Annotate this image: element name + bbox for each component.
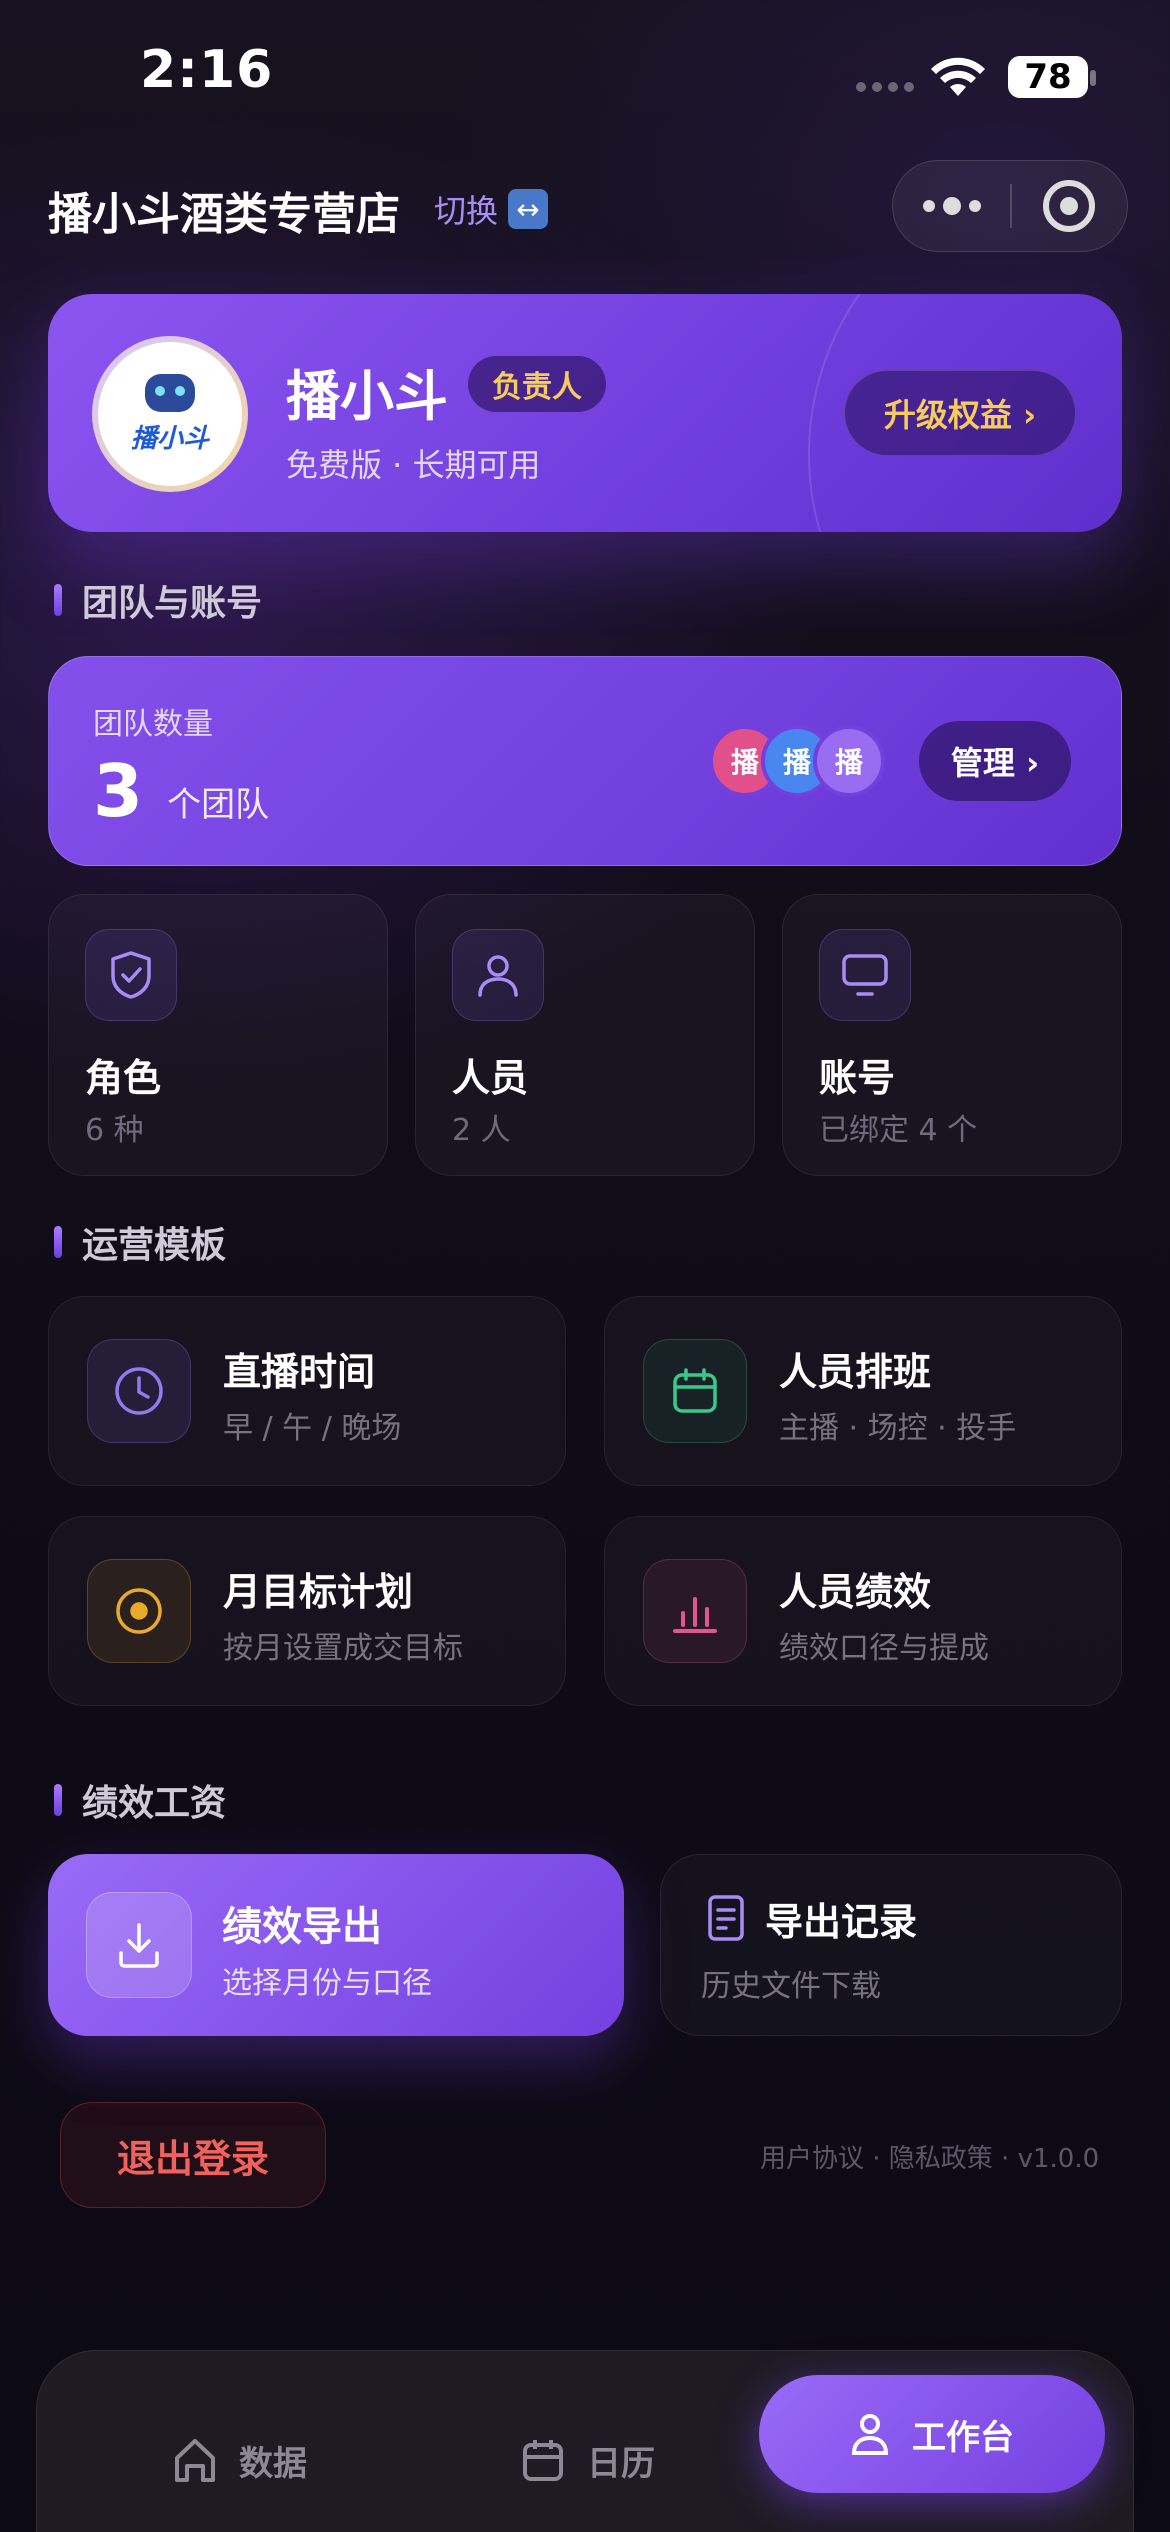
roles-card[interactable]: 角色 6 种	[48, 894, 388, 1176]
export-subtitle: 选择月份与口径	[222, 1966, 432, 2001]
status-time: 2:16	[140, 40, 274, 100]
section-accent-bar	[54, 1226, 62, 1258]
section-title-text: 团队与账号	[82, 583, 263, 624]
template-subtitle: 早 / 午 / 晚场	[223, 1411, 402, 1446]
team-count-number: 3	[93, 749, 144, 833]
members-card[interactable]: 人员 2 人	[415, 894, 755, 1176]
records-subtitle: 历史文件下载	[701, 1969, 881, 2004]
more-icon[interactable]	[893, 197, 1010, 215]
person-icon	[452, 929, 544, 1021]
robot-logo-icon	[145, 373, 195, 412]
section-accent-bar	[54, 1784, 62, 1816]
section-title-text: 运营模板	[82, 1225, 227, 1266]
team-count-value: 3 个团队	[93, 749, 269, 833]
manage-team-button[interactable]: 管理 ›	[919, 721, 1071, 801]
wifi-icon	[931, 57, 985, 96]
card-title: 角色	[85, 1056, 162, 1100]
calendar-icon	[523, 2440, 563, 2481]
card-title: 人员	[452, 1056, 529, 1100]
tab-label: 工作台	[912, 2417, 1014, 2458]
tab-calendar[interactable]: 日历	[521, 2401, 655, 2519]
tab-workbench[interactable]: 工作台	[759, 2375, 1105, 2493]
home-icon	[175, 2439, 215, 2482]
monitor-icon	[819, 929, 911, 1021]
section-title-salary: 绩效工资	[54, 1774, 226, 1826]
export-title: 绩效导出	[222, 1904, 382, 1950]
role-badge: 负责人	[468, 356, 606, 412]
template-title: 人员绩效	[779, 1570, 932, 1614]
swap-arrows-icon: ↔	[508, 189, 549, 229]
plan-text: 免费版 · 长期可用	[286, 446, 541, 484]
bar-chart-icon	[643, 1559, 747, 1663]
member-avatar-stack: 播 播 播	[709, 725, 885, 797]
template-live-time[interactable]: 直播时间 早 / 午 / 晚场	[48, 1296, 566, 1486]
card-subtitle: 已绑定 4 个	[819, 1113, 978, 1148]
section-title-templates: 运营模板	[54, 1216, 226, 1268]
card-subtitle: 2 人	[452, 1113, 511, 1148]
document-list-icon	[701, 1893, 751, 1943]
download-icon	[86, 1892, 192, 1998]
bottom-tab-bar: 数据 日历 工作台	[36, 2350, 1134, 2532]
section-title-text: 绩效工资	[82, 1783, 227, 1824]
target-icon	[87, 1559, 191, 1663]
template-title: 人员排班	[779, 1350, 932, 1394]
tab-label: 数据	[239, 2443, 307, 2484]
close-target-icon[interactable]	[1012, 180, 1127, 232]
clock-icon	[87, 1339, 191, 1443]
template-title: 月目标计划	[223, 1570, 414, 1614]
member-avatar: 播	[813, 725, 885, 797]
template-subtitle: 按月设置成交目标	[223, 1631, 463, 1666]
card-title: 账号	[819, 1056, 896, 1100]
upgrade-button[interactable]: 升级权益 ›	[844, 370, 1076, 456]
template-staff-schedule[interactable]: 人员排班 主播 · 场控 · 投手	[604, 1296, 1122, 1486]
profile-card: 播小斗 播小斗 负责人 免费版 · 长期可用 升级权益 ›	[48, 294, 1122, 532]
records-title: 导出记录	[765, 1900, 918, 1944]
store-name: 播小斗酒类专营店	[48, 189, 400, 240]
battery-indicator: 78	[1008, 56, 1088, 98]
template-title: 直播时间	[223, 1350, 376, 1394]
profile-name: 播小斗	[286, 365, 448, 428]
team-count-label: 团队数量	[93, 707, 213, 742]
avatar-logo-text: 播小斗	[130, 423, 209, 454]
tab-data[interactable]: 数据	[173, 2401, 307, 2519]
cellular-signal-icon	[856, 82, 914, 92]
export-records-button[interactable]: 导出记录 历史文件下载	[660, 1854, 1122, 2036]
section-accent-bar	[54, 584, 62, 616]
export-performance-button[interactable]: 绩效导出 选择月份与口径	[48, 1854, 624, 2036]
card-subtitle: 6 种	[85, 1113, 144, 1148]
calendar-icon	[643, 1339, 747, 1443]
template-staff-performance[interactable]: 人员绩效 绩效口径与提成	[604, 1516, 1122, 1706]
footer-links[interactable]: 用户协议 · 隐私政策 · v1.0.0	[760, 2138, 1099, 2175]
section-title-team: 团队与账号	[54, 574, 262, 626]
mini-program-capsule	[892, 160, 1128, 252]
switch-label: 切换	[434, 192, 499, 230]
tab-label: 日历	[587, 2443, 655, 2484]
template-subtitle: 绩效口径与提成	[779, 1631, 989, 1666]
user-icon	[851, 2414, 889, 2455]
accounts-card[interactable]: 账号 已绑定 4 个	[782, 894, 1122, 1176]
shield-check-icon	[85, 929, 177, 1021]
template-subtitle: 主播 · 场控 · 投手	[779, 1411, 1017, 1446]
template-monthly-target[interactable]: 月目标计划 按月设置成交目标	[48, 1516, 566, 1706]
avatar: 播小斗	[92, 336, 248, 492]
switch-store-button[interactable]: 切换 ↔	[434, 186, 549, 232]
logout-button[interactable]: 退出登录	[60, 2102, 326, 2208]
battery-tip	[1090, 70, 1096, 86]
team-count-unit: 个团队	[167, 785, 270, 825]
team-count-card[interactable]: 团队数量 3 个团队 播 播 播 管理 ›	[48, 656, 1122, 866]
